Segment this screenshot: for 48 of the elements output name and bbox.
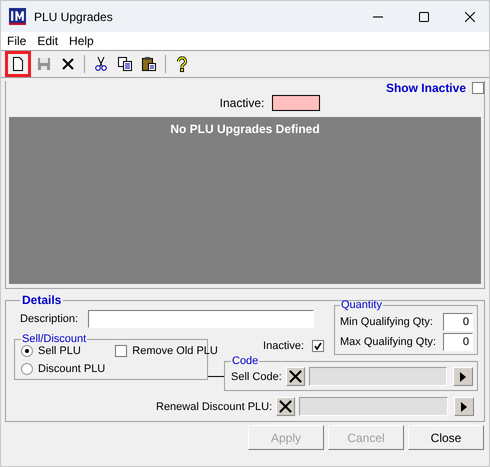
close-icon[interactable] (465, 12, 475, 22)
sell-code-label: Sell Code: (231, 370, 282, 382)
scissors-icon (93, 56, 109, 72)
browse-button[interactable] (454, 397, 474, 416)
details-heading: Details (21, 293, 62, 307)
radio-button[interactable] (21, 345, 33, 357)
clipboard-icon (141, 56, 157, 72)
min-qty-label: Min Qualifying Qty: (340, 316, 433, 328)
sell-discount-heading: Sell/Discount (21, 333, 88, 345)
triangle-right-icon (461, 402, 467, 412)
inactive-label: Inactive: (220, 96, 264, 110)
browse-button[interactable] (453, 367, 473, 386)
question-mark-icon (174, 56, 190, 72)
description-label: Description: (20, 313, 78, 325)
description-field[interactable] (88, 310, 314, 328)
menu-item[interactable]: Edit (37, 34, 58, 48)
min-qty-field[interactable]: 0 (443, 313, 473, 331)
empty-message: No PLU Upgrades Defined (170, 122, 320, 136)
cross-icon (278, 399, 294, 414)
radio-label: Discount PLU (38, 363, 106, 375)
remove-old-plu-label: Remove Old PLU (132, 345, 218, 357)
window-title: PLU Upgrades (34, 10, 114, 24)
quantity-heading: Quantity (340, 299, 383, 311)
menu-item[interactable]: File (7, 34, 26, 48)
radio-button[interactable] (21, 363, 33, 375)
cross-icon (60, 56, 76, 72)
inactive-label: Inactive: (263, 340, 304, 352)
max-qty-field[interactable]: 0 (443, 333, 473, 351)
document-icon (10, 56, 26, 72)
inactive-color-swatch (272, 95, 320, 111)
renewal-discount-plu-field[interactable] (299, 397, 448, 416)
app-logo-icon (9, 8, 26, 25)
clear-button[interactable] (286, 367, 305, 386)
max-qty-label: Max Qualifying Qty: (340, 336, 436, 348)
dialog-button[interactable]: Close (408, 425, 484, 450)
maximize-icon[interactable] (419, 12, 429, 22)
copy-icon (117, 56, 133, 72)
radio-label: Sell PLU (38, 345, 81, 357)
code-heading: Code (231, 355, 260, 367)
remove-old-plu-checkbox[interactable] (115, 345, 128, 357)
triangle-right-icon (460, 372, 466, 382)
clear-button[interactable] (276, 397, 296, 416)
cross-icon (288, 369, 303, 384)
show-inactive-label: Show Inactive (386, 81, 466, 95)
new-button[interactable] (5, 51, 31, 77)
sell-code-field[interactable] (308, 367, 447, 386)
menu-item[interactable]: Help (69, 34, 94, 48)
renewal-discount-plu-label: Renewal Discount PLU: (156, 400, 272, 412)
